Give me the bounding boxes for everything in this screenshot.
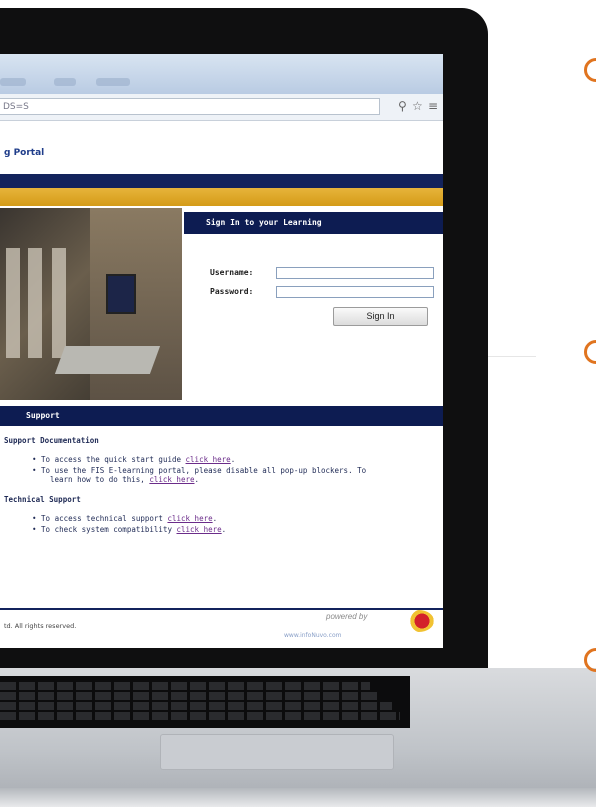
quick-start-link[interactable]: click here (186, 455, 231, 464)
decorative-line (488, 356, 536, 357)
url-field[interactable]: DS=S (0, 98, 380, 115)
browser-window: DS=S ⚲ ☆ ≡ g Portal Sign In to your Lear… (0, 54, 443, 648)
username-label: Username: (210, 268, 254, 277)
menu-icon[interactable]: ≡ (428, 99, 438, 113)
popup-blocker-link[interactable]: click here (149, 475, 194, 484)
key-row (0, 692, 380, 700)
list-item: • To access the quick start guide click … (32, 455, 236, 464)
photo-desk (54, 346, 161, 374)
technical-support-link[interactable]: click here (167, 514, 212, 523)
list-item-continuation: learn how to do this, click here. (50, 475, 200, 484)
support-documentation-heading: Support Documentation (4, 436, 99, 445)
trackpad (160, 734, 394, 770)
compatibility-link[interactable]: click here (177, 525, 222, 534)
password-input[interactable] (276, 286, 434, 298)
username-input[interactable] (276, 267, 434, 279)
key-row (0, 702, 392, 710)
doc-item2-text: To use the FIS E-learning portal, please… (41, 466, 367, 475)
star-icon[interactable]: ☆ (412, 99, 423, 113)
powered-by-text: powered by (326, 612, 368, 621)
photo-column (28, 248, 42, 358)
tech-item2-text: To check system compatibility (41, 525, 177, 534)
address-bar: DS=S ⚲ ☆ ≡ (0, 94, 443, 121)
tech-item1-text: To access technical support (41, 514, 168, 523)
sign-in-button[interactable]: Sign In (333, 307, 428, 326)
browser-tab[interactable] (54, 78, 76, 86)
pin-icon[interactable]: ⚲ (398, 99, 407, 113)
list-item: • To access technical support click here… (32, 514, 218, 523)
decorative-circle-icon (584, 58, 596, 82)
copyright-text: td. All rights reserved. (4, 622, 77, 630)
header-bar-gold (0, 188, 443, 206)
lobby-photo (0, 208, 182, 400)
photo-screen (106, 274, 136, 314)
browser-tab[interactable] (96, 78, 130, 86)
tab-strip (0, 54, 443, 94)
password-label: Password: (210, 287, 254, 296)
portal-title: g Portal (4, 148, 45, 158)
keyboard (0, 676, 410, 728)
footer-divider (0, 608, 443, 610)
photo-column (6, 248, 20, 358)
list-item: • To check system compatibility click he… (32, 525, 227, 534)
vendor-logo (404, 610, 434, 632)
doc-item2-cont: learn how to do this, (50, 475, 150, 484)
support-header: Support (0, 406, 443, 426)
powered-by-url[interactable]: www.infoNuvo.com (284, 632, 341, 639)
list-item: • To use the FIS E-learning portal, plea… (32, 466, 367, 475)
header-bar-navy (0, 174, 443, 188)
doc-item1-text: To access the quick start guide (41, 455, 186, 464)
key-row (0, 712, 400, 720)
signin-header: Sign In to your Learning (184, 212, 443, 234)
laptop-front-edge (0, 788, 596, 807)
laptop-lid: DS=S ⚲ ☆ ≡ g Portal Sign In to your Lear… (0, 8, 488, 668)
technical-support-heading: Technical Support (4, 495, 81, 504)
browser-tab[interactable] (0, 78, 26, 86)
decorative-circle-icon (584, 340, 596, 364)
photo-column (52, 248, 66, 358)
key-row (0, 682, 370, 690)
